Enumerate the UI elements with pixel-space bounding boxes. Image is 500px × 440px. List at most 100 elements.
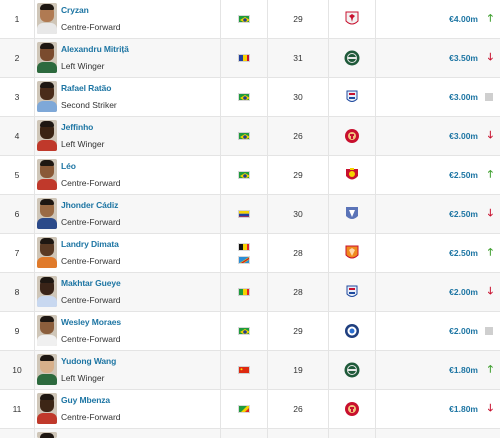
trend-down-icon: 🡓 [487, 285, 493, 297]
player-name-link[interactable]: Léo [61, 161, 76, 171]
player-name-link[interactable]: Jeffinho [61, 122, 93, 132]
player-photo[interactable] [37, 315, 57, 346]
player-photo[interactable] [37, 237, 57, 268]
market-value-link[interactable]: €2.50m [449, 156, 478, 194]
market-value-link[interactable]: €4.00m [449, 0, 478, 38]
rank: 9 [14, 326, 20, 336]
player-photo[interactable] [37, 159, 57, 190]
blue-red-crest-icon[interactable] [329, 78, 375, 116]
market-value-link[interactable]: €2.50m [449, 195, 478, 233]
orange-shield-crest-icon[interactable] [329, 234, 375, 272]
player-position: Centre-Forward [61, 334, 121, 344]
brazil-flag [238, 327, 250, 335]
trend-same-icon [485, 312, 493, 350]
player-position: Centre-Forward [61, 217, 121, 227]
player-position: Centre-Forward [61, 178, 121, 188]
player-position: Centre-Forward [61, 295, 121, 305]
player-photo[interactable] [37, 198, 57, 229]
player-name-link[interactable]: Makhtar Gueye [61, 278, 121, 288]
senegal-flag [238, 288, 250, 296]
trend-down-icon: 🡓 [487, 51, 493, 63]
player-photo[interactable] [37, 81, 57, 112]
brazil-flag [238, 93, 250, 101]
player-photo[interactable] [37, 354, 57, 385]
player-position: Left Winger [61, 61, 105, 71]
trend-down-icon: 🡓 [487, 207, 493, 219]
nationality-flags [221, 273, 267, 311]
player-name-link[interactable]: Rafael Ratão [61, 83, 111, 93]
blue-red-crest-icon[interactable] [329, 273, 375, 311]
red-eagle-crest-icon[interactable] [329, 0, 375, 38]
nationality-flags [221, 312, 267, 350]
player-photo[interactable] [37, 120, 57, 151]
players-table: 1 Cryzan Centre-Forward 29 €4.00m 🡑 2 Al… [0, 0, 500, 438]
table-row: 9 Wesley Moraes Centre-Forward 29 €2.00m [0, 312, 500, 351]
table-row: 11 Guy Mbenza Centre-Forward 26 €1.80m 🡓 [0, 390, 500, 429]
venezuela-flag [238, 210, 250, 218]
table-row: 2 Alexandru Mitriță Left Winger 31 €3.50… [0, 39, 500, 78]
table-row: 4 Jeffinho Left Winger 26 €3.00m 🡓 [0, 117, 500, 156]
table-row: 5 Léo Centre-Forward 29 €2.50m 🡑 [0, 156, 500, 195]
market-value-link[interactable]: €1.80m [449, 390, 478, 428]
brazil-flag [238, 132, 250, 140]
player-photo[interactable] [37, 432, 57, 438]
player-name-link[interactable]: Landry Dimata [61, 239, 119, 249]
dr-congo-flag [238, 255, 250, 264]
rank: 8 [14, 287, 20, 297]
trend-up-icon: 🡑 [487, 168, 493, 180]
green-round-crest-icon[interactable] [329, 351, 375, 389]
brazil-flag [238, 171, 250, 179]
belgium-flag [238, 242, 250, 251]
player-age: 29 [293, 14, 303, 24]
market-value-link[interactable]: €2.00m [449, 273, 478, 311]
nationality-flags [221, 156, 267, 194]
player-age: 29 [293, 326, 303, 336]
market-value-link[interactable]: €3.00m [449, 117, 478, 155]
red-shield-crest-icon[interactable] [329, 156, 375, 194]
nationality-flags [221, 234, 267, 272]
nationality-flags [221, 117, 267, 155]
green-round-crest-icon[interactable] [329, 39, 375, 77]
player-name-link[interactable]: Yudong Wang [61, 356, 116, 366]
player-age: 30 [293, 92, 303, 102]
player-name-link[interactable]: Wesley Moraes [61, 317, 121, 327]
nationality-flags [221, 390, 267, 428]
player-position: Left Winger [61, 373, 105, 383]
player-name-link[interactable]: Guy Mbenza [61, 395, 110, 405]
nationality-flags [221, 0, 267, 38]
blue-shield-crest-icon[interactable] [329, 195, 375, 233]
trend-up-icon: 🡑 [487, 363, 493, 375]
player-name-link[interactable]: Jhonder Cádiz [61, 200, 118, 210]
player-position: Centre-Forward [61, 412, 121, 422]
trend-down-icon: 🡓 [487, 129, 493, 141]
market-value-link[interactable]: €3.50m [449, 39, 478, 77]
player-age: 31 [293, 53, 303, 63]
market-value-link[interactable]: €2.00m [449, 312, 478, 350]
player-photo[interactable] [37, 276, 57, 307]
market-value-link[interactable]: €1.80m [449, 351, 478, 389]
nationality-flags [221, 195, 267, 233]
nationality-flags [221, 351, 267, 389]
red-round-crest-icon[interactable] [329, 390, 375, 428]
player-name-link[interactable]: Cryzan [61, 5, 89, 15]
rank: 3 [14, 92, 20, 102]
player-position: Second Striker [61, 100, 117, 110]
rank: 10 [12, 365, 22, 375]
player-photo[interactable] [37, 393, 57, 424]
player-photo[interactable] [37, 3, 57, 34]
market-value-link[interactable]: €3.00m [449, 78, 478, 116]
table-row: 1 Cryzan Centre-Forward 29 €4.00m 🡑 [0, 0, 500, 39]
player-age: 26 [293, 404, 303, 414]
blue-round-crest-icon[interactable] [329, 312, 375, 350]
player-photo[interactable] [37, 42, 57, 73]
congo-flag [238, 405, 250, 413]
red-round-crest-icon[interactable] [329, 117, 375, 155]
rank: 5 [14, 170, 20, 180]
table-row-partial [0, 429, 500, 438]
table-row: 8 Makhtar Gueye Centre-Forward 28 €2.00m… [0, 273, 500, 312]
player-name-link[interactable]: Alexandru Mitriță [61, 44, 129, 54]
trend-up-icon: 🡑 [487, 12, 493, 24]
market-value-link[interactable]: €2.50m [449, 234, 478, 272]
player-age: 19 [293, 365, 303, 375]
player-position: Centre-Forward [61, 22, 121, 32]
